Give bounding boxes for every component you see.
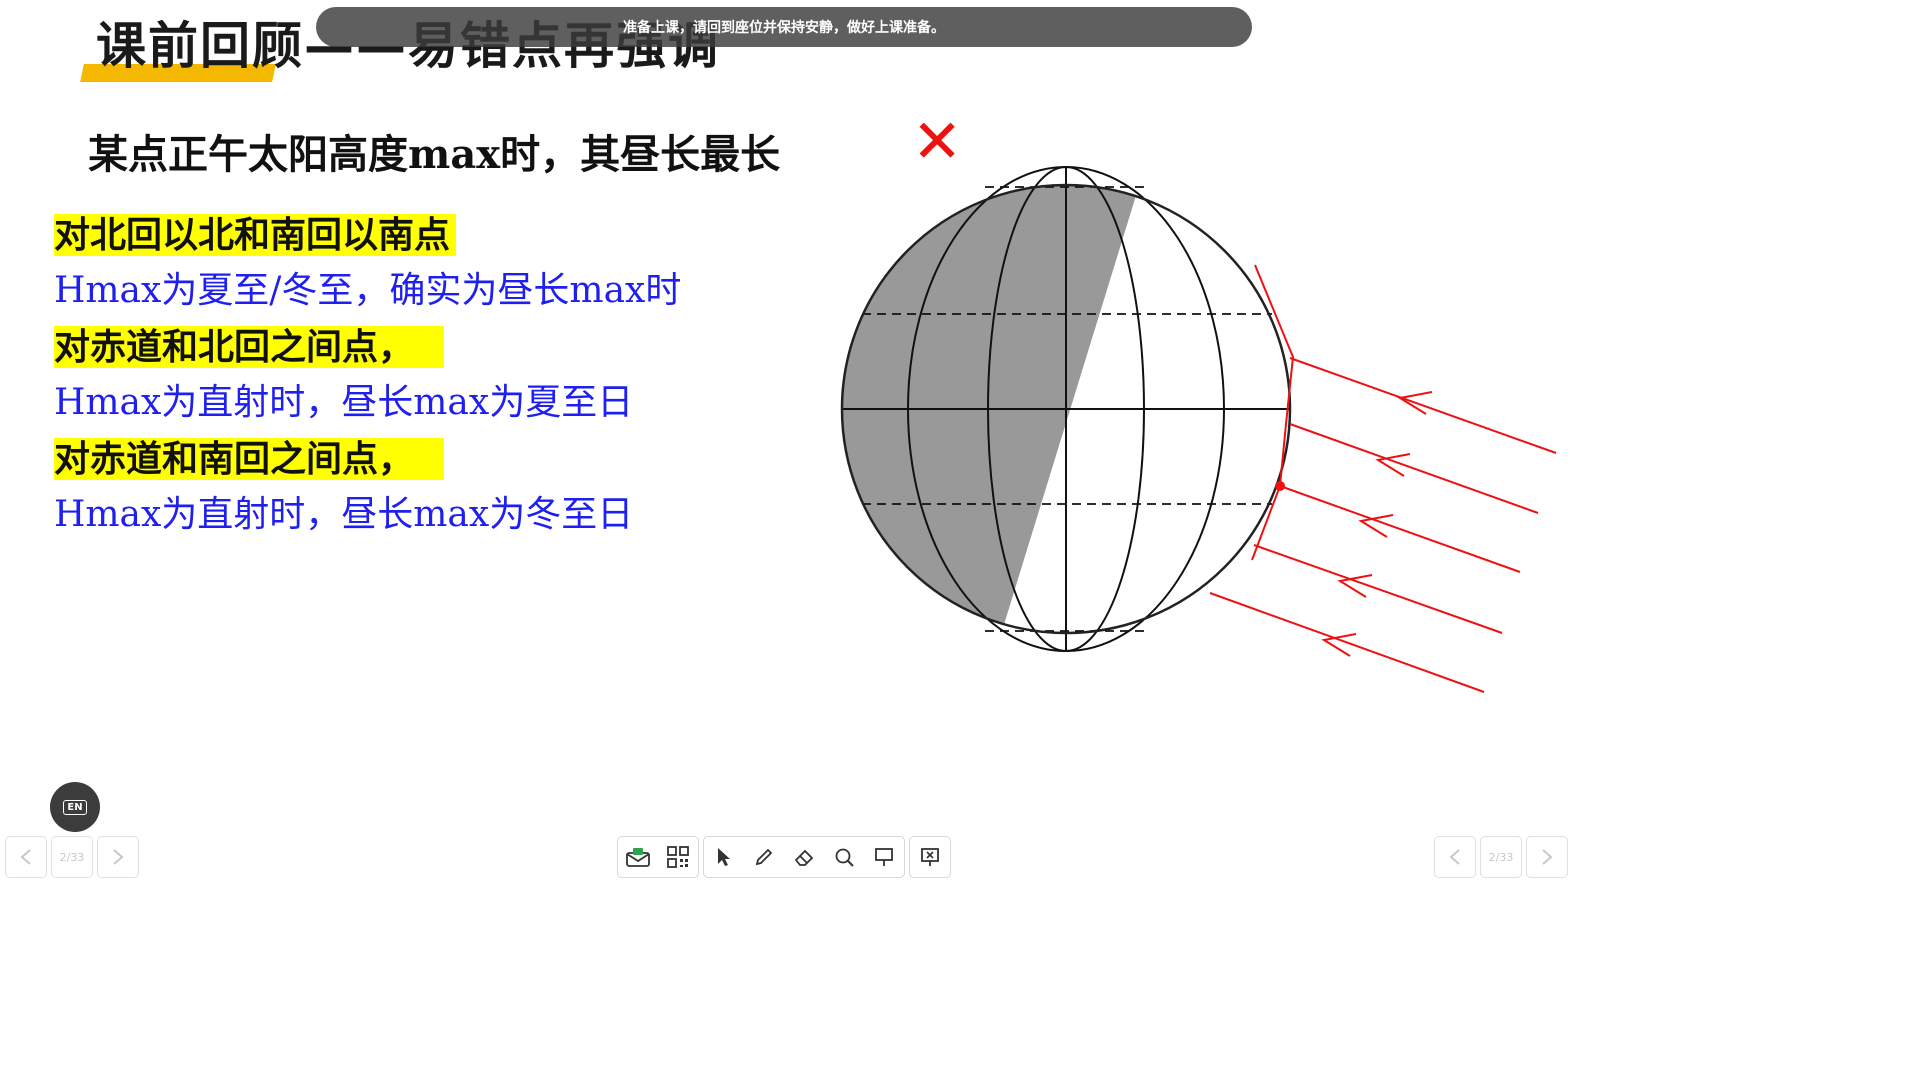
- toolbar-group-apps: [617, 836, 699, 878]
- envelope-button[interactable]: [618, 837, 658, 877]
- toolbar-group-exit: [909, 836, 951, 878]
- exit-slideshow-button[interactable]: [910, 837, 950, 877]
- line-3: 对赤道和北回之间点，: [54, 326, 445, 369]
- chevron-left-icon: [1449, 849, 1460, 865]
- language-toggle-button[interactable]: EN: [50, 782, 100, 832]
- page-indicator-right: 2/33: [1480, 836, 1522, 878]
- ray-3: [1279, 485, 1521, 573]
- ray-2: [1289, 423, 1539, 514]
- next-page-button-right[interactable]: [1526, 836, 1568, 878]
- envelope-icon: [626, 848, 650, 867]
- magnifier-button[interactable]: [824, 837, 864, 877]
- qr-code-button[interactable]: [658, 837, 698, 877]
- subsolar-point: [1275, 481, 1285, 491]
- exit-slideshow-icon: [921, 848, 939, 866]
- slide-heading: 某点正午太阳高度max时，其昼长最长: [88, 131, 781, 178]
- magnifier-icon: [835, 848, 854, 867]
- ray-4: [1253, 544, 1503, 634]
- eraser-icon: [794, 849, 814, 866]
- chevron-left-icon: [20, 849, 31, 865]
- chevron-right-icon: [1542, 849, 1553, 865]
- projector-icon: [875, 848, 893, 866]
- pen-icon: [755, 848, 773, 866]
- notice-banner: 准备上课，请回到座位并保持安静，做好上课准备。: [316, 7, 1252, 47]
- prev-page-button-right[interactable]: [1434, 836, 1476, 878]
- pen-button[interactable]: [744, 837, 784, 877]
- pointer-icon: [718, 848, 730, 866]
- line-6: Hmax为直射时，昼长max为冬至日: [54, 494, 634, 535]
- qr-grid-icon: [667, 846, 689, 868]
- line-1: 对北回以北和南回以南点: [54, 214, 457, 257]
- slideshow-toolbar: [617, 836, 951, 878]
- page-indicator: 2/33: [51, 836, 93, 878]
- pager-right: 2/33: [1434, 836, 1568, 878]
- ray-5: [1209, 592, 1485, 693]
- chevron-right-icon: [113, 849, 124, 865]
- projector-button[interactable]: [864, 837, 904, 877]
- pager-left: 2/33: [5, 836, 139, 878]
- eraser-button[interactable]: [784, 837, 824, 877]
- globe-illumination-diagram: [840, 166, 1557, 693]
- ray-3-arrow: [1358, 514, 1394, 538]
- prev-page-button[interactable]: [5, 836, 47, 878]
- line-5: 对赤道和南回之间点，: [54, 438, 445, 481]
- line-2: Hmax为夏至/冬至，确实为昼长max时: [54, 270, 682, 311]
- toolbar-group-tools: [703, 836, 905, 878]
- next-page-button[interactable]: [97, 836, 139, 878]
- line-4: Hmax为直射时，昼长max为夏至日: [54, 382, 634, 423]
- pointer-button[interactable]: [704, 837, 744, 877]
